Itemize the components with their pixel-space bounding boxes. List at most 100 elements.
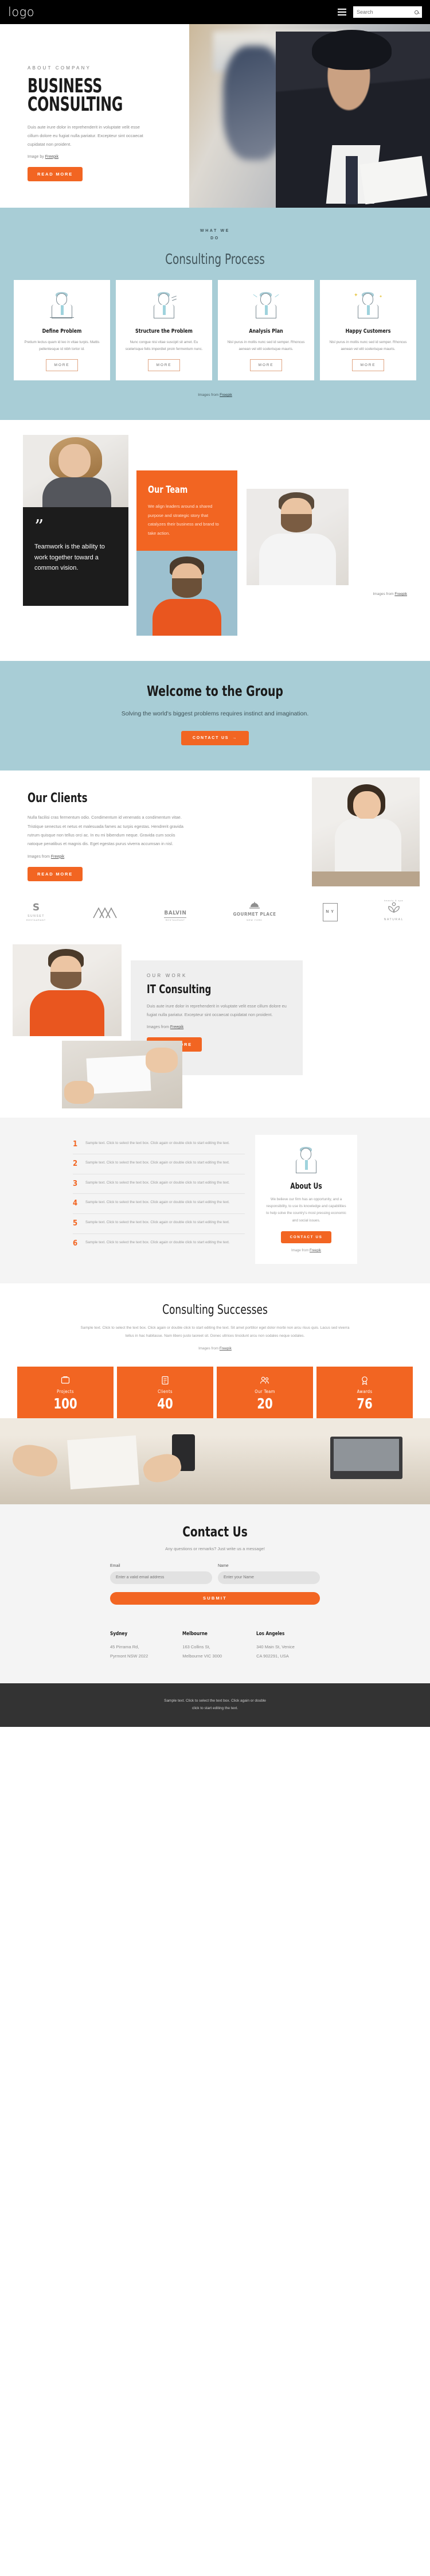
successes-paragraph: Sample text. Click to select the text bo… <box>80 1326 350 1338</box>
card-more-button[interactable]: MORE <box>351 359 385 372</box>
process-card[interactable]: ✦ ✦ Happy Customers Nisl purus in mollis… <box>320 279 416 381</box>
define-problem-icon <box>21 289 103 322</box>
gourmet-name: GOURMET PLACE <box>233 911 276 917</box>
team-photo-man-orange <box>136 551 237 636</box>
hero-title-line2: CONSULTING <box>28 93 123 116</box>
happy-customers-icon: ✦ ✦ <box>327 289 409 322</box>
client-logo[interactable] <box>92 906 118 921</box>
hero-read-more-button[interactable]: READ MORE <box>28 166 83 181</box>
process-card[interactable]: Define Problem Pretium lectus quam id le… <box>14 279 110 381</box>
client-logo[interactable]: S SUNSET RESTAURANT <box>26 902 46 921</box>
team-info-card: Our Team We align leaders around a share… <box>136 470 237 551</box>
freepik-link[interactable]: Freepik <box>310 1249 321 1252</box>
process-card[interactable]: Structure the Problem Nunc congue nisi v… <box>116 279 212 381</box>
item-number: 1 <box>73 1139 78 1149</box>
name-field[interactable] <box>218 1571 320 1584</box>
about-text: We believe our firm has an opportunity, … <box>266 1197 346 1223</box>
stat-card: Awards 76 <box>316 1367 413 1419</box>
email-field[interactable] <box>110 1571 212 1584</box>
office-line2: CA 902291, USA <box>256 1653 289 1659</box>
card-text: Nisl purus in mollis nunc sed id semper.… <box>329 340 407 351</box>
ny-mark: N Y <box>322 902 338 921</box>
freepik-link[interactable]: Freepik <box>51 855 64 859</box>
freepik-link[interactable]: Freepik <box>45 155 58 159</box>
item-number: 6 <box>73 1239 78 1248</box>
balvin-name: RESTAURANT <box>165 919 185 921</box>
clients-read-more-button[interactable]: READ MORE <box>28 866 83 881</box>
client-logo[interactable]: BALVIN RESTAURANT <box>164 910 187 921</box>
clients-content: Our Clients Nulla facilisi cras fermentu… <box>0 771 206 895</box>
hamburger-menu-icon[interactable] <box>338 9 346 15</box>
item-text: Sample text. Click to select the text bo… <box>85 1240 230 1244</box>
team-icon <box>217 1375 313 1386</box>
process-credit: Images from Freepik <box>0 393 430 397</box>
it-eyebrow: OUR WORK <box>147 972 187 978</box>
stat-value: 76 <box>357 1395 373 1412</box>
office-line2: Pyrmont NSW 2022 <box>110 1653 148 1659</box>
card-text: Nunc congue nisi vitae suscipit sit amet… <box>125 340 203 351</box>
stat-card: Projects 100 <box>17 1367 114 1419</box>
page-title: BUSINESS CONSULTING <box>28 76 154 116</box>
stats-row: Projects 100 Clients 40 Our Team 20 Awar… <box>0 1361 430 1419</box>
it-photo-desk <box>62 1040 182 1108</box>
numbered-list: 1 Sample text. Click to select the text … <box>73 1135 245 1264</box>
successes-title: Consulting Successes <box>162 1303 268 1318</box>
natural-name: NATURAL <box>384 917 404 921</box>
contact-form: Email Name <box>110 1564 320 1584</box>
search-icon[interactable] <box>415 10 419 14</box>
card-more-button[interactable]: MORE <box>249 359 283 372</box>
card-more-button[interactable]: MORE <box>147 359 181 372</box>
welcome-title: Welcome to the Group <box>147 683 283 700</box>
contact-section: Contact Us Any questions or remarks? Jus… <box>0 1504 430 1684</box>
team-quote-box: ” Teamwork is the ability to work togeth… <box>23 507 128 606</box>
stat-label: Our Team <box>255 1389 275 1395</box>
process-section: WHAT WE DO Consulting Process Define Pro… <box>0 208 430 421</box>
client-logo[interactable]: N Y <box>322 902 338 921</box>
contact-subtitle: Any questions or remarks? Just write us … <box>165 1546 265 1552</box>
site-footer: Sample text. Click to select the text bo… <box>0 1683 430 1727</box>
welcome-section: Welcome to the Group Solving the world's… <box>0 661 430 771</box>
team-section: ” Teamwork is the ability to work togeth… <box>0 420 430 661</box>
hero-eyebrow: ABOUT COMPANY <box>28 65 92 71</box>
hero-businessman-hair <box>312 29 392 70</box>
it-credit-prefix: Images from <box>147 1025 170 1030</box>
structure-problem-icon <box>123 289 205 322</box>
freepik-link[interactable]: Freepik <box>170 1025 183 1029</box>
client-logo[interactable]: GOURMET PLACE NEW YORK <box>233 901 276 921</box>
it-paragraph: Duis aute irure dolor in reprehenderit i… <box>147 1003 287 1017</box>
clients-section: Our Clients Nulla facilisi cras fermentu… <box>0 771 430 934</box>
freepik-link[interactable]: Freepik <box>220 1347 232 1351</box>
process-cards: Define Problem Pretium lectus quam id le… <box>0 279 430 381</box>
freepik-link[interactable]: Freepik <box>394 592 407 596</box>
stat-card: Our Team 20 <box>217 1367 313 1419</box>
client-logo[interactable]: beauty & spa NATURAL <box>384 898 404 921</box>
successes-credit-prefix: Images from <box>198 1347 220 1351</box>
arrow-right-icon: → <box>232 736 238 741</box>
landing-page: logo ABOUT COMPANY BUSINESS CONSULTING D… <box>0 0 430 1727</box>
about-contact-button[interactable]: CONTACT US <box>280 1231 332 1244</box>
hero-tie <box>346 156 358 204</box>
process-card[interactable]: Analysis Plan Nisl purus in mollis nunc … <box>218 279 314 381</box>
freepik-link[interactable]: Freepik <box>220 393 232 397</box>
office-address: 340 Main St, Venice CA 902291, USA <box>256 1643 295 1661</box>
submit-button[interactable]: SUBMIT <box>110 1591 320 1605</box>
contact-us-button[interactable]: CONTACT US → <box>181 731 249 746</box>
card-more-button[interactable]: MORE <box>45 359 79 372</box>
clients-credit-prefix: Images from <box>28 854 51 859</box>
search-input[interactable] <box>357 9 409 15</box>
hero-credit-prefix: Image by <box>28 154 45 159</box>
item-number: 2 <box>73 1159 78 1169</box>
search-box[interactable] <box>353 6 422 18</box>
process-eyebrow-2: DO <box>210 236 220 241</box>
sunset-sub: RESTAURANT <box>26 919 46 921</box>
card-title: Structure the Problem <box>135 328 193 334</box>
list-item: 1 Sample text. Click to select the text … <box>73 1135 245 1155</box>
successes-credit: Images from Freepik <box>0 1347 430 1351</box>
list-item: 2 Sample text. Click to select the text … <box>73 1154 245 1174</box>
team-text: We align leaders around a shared purpose… <box>148 504 219 536</box>
card-title: Analysis Plan <box>249 328 283 334</box>
site-logo[interactable]: logo <box>8 5 34 19</box>
it-photo-man <box>13 944 122 1036</box>
name-field-group: Name <box>218 1564 320 1584</box>
projects-icon <box>17 1375 114 1386</box>
